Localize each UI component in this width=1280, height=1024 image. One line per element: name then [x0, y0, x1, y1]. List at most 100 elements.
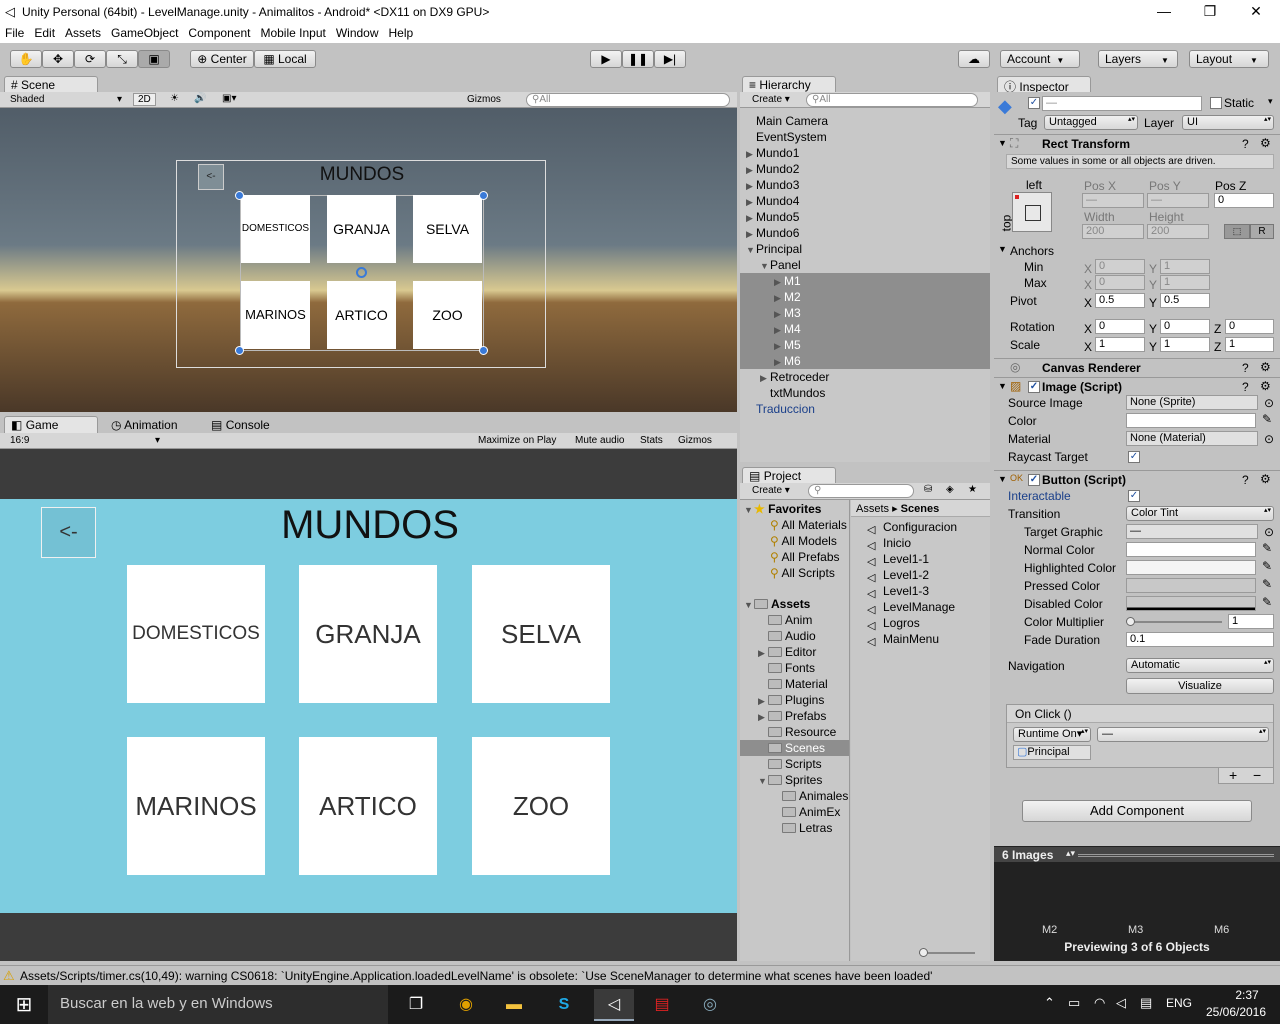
folder-item[interactable]: AnimEx [782, 805, 840, 821]
folder-item[interactable]: Material [768, 677, 828, 693]
menu-gameobject[interactable]: GameObject [106, 24, 183, 42]
menu-file[interactable]: File [0, 24, 29, 42]
expand-arrow-icon[interactable]: ▶ [758, 696, 768, 707]
tab-scene[interactable]: # Scene [4, 76, 98, 93]
hierarchy-item[interactable]: ▶ Mundo2 [746, 162, 799, 178]
scene-file[interactable]: ◁ MainMenu [867, 632, 939, 648]
filter-type-icon[interactable]: ⛁ [924, 484, 932, 495]
notification-icon[interactable]: ▤ [1140, 995, 1152, 1011]
scene-file[interactable]: ◁ Level1-3 [867, 584, 929, 600]
hand-tool-icon[interactable]: ✋ [10, 50, 42, 68]
rect-handle-tr[interactable] [479, 191, 488, 200]
game-button-selva[interactable]: SELVA [472, 565, 610, 703]
hierarchy-item[interactable]: Traduccion [756, 402, 815, 418]
hierarchy-item[interactable]: Main Camera [756, 114, 828, 130]
fade-duration-field[interactable]: 0.1 [1126, 632, 1274, 647]
expand-arrow-icon[interactable]: ▶ [760, 373, 770, 384]
audio-icon[interactable]: 🔊 [194, 93, 206, 104]
blueprint-mode-icon[interactable]: ⬚ [1224, 224, 1250, 239]
expand-arrow-icon[interactable]: ▶ [746, 229, 756, 240]
scene-button-domesticos[interactable]: DOMESTICOS [241, 195, 310, 263]
hierarchy-item[interactable]: ▶ Mundo6 [746, 226, 799, 242]
mute-audio-toggle[interactable]: Mute audio [575, 435, 624, 446]
menu-mobile-input[interactable]: Mobile Input [255, 24, 330, 42]
eyedropper-icon[interactable]: ✎ [1262, 541, 1272, 555]
scene-view[interactable]: <- MUNDOS DOMESTICOS GRANJA SELVA MARINO… [0, 108, 737, 412]
clock-time[interactable]: 2:37 [1222, 988, 1272, 1002]
light-icon[interactable]: ☀ [170, 93, 179, 104]
scene-file[interactable]: ◁ Logros [867, 616, 920, 632]
tab-hierarchy[interactable]: ≡ Hierarchy [742, 76, 836, 93]
scene-button-zoo[interactable]: ZOO [413, 281, 482, 349]
tab-project[interactable]: ▤ Project [742, 467, 836, 484]
hierarchy-item[interactable]: EventSystem [756, 130, 827, 146]
object-name-input[interactable]: — [1042, 96, 1202, 111]
battery-icon[interactable]: ▭ [1068, 995, 1080, 1011]
eyedropper-icon[interactable]: ✎ [1262, 559, 1272, 573]
restore-button[interactable]: ❐ [1187, 0, 1233, 24]
favorite-item[interactable]: ⚲ All Models [770, 534, 837, 550]
expand-arrow-icon[interactable]: ▶ [774, 293, 784, 304]
project-create-button[interactable]: Create ▾ [752, 485, 790, 496]
expand-arrow-icon[interactable]: ▶ [774, 309, 784, 320]
gizmos-dropdown[interactable]: Gizmos [467, 94, 501, 105]
menu-edit[interactable]: Edit [29, 24, 60, 42]
preview-arrow-icon[interactable]: ▴▾ [1066, 848, 1075, 859]
button-component-header[interactable]: ▼ OK ✓ Button (Script) ? ⚙ [994, 470, 1280, 488]
add-event-button[interactable]: + [1229, 768, 1237, 782]
pivot-x-field[interactable]: 0.5 [1095, 293, 1145, 308]
expand-arrow-icon[interactable]: ▶ [746, 197, 756, 208]
anchors-arrow-icon[interactable]: ▼ [998, 244, 1007, 254]
color-multiplier-field[interactable]: 1 [1228, 614, 1274, 629]
expand-arrow-icon[interactable]: ▼ [758, 776, 768, 786]
object-picker-icon[interactable]: ⊙ [1264, 525, 1274, 539]
hierarchy-item[interactable]: ▶ M2 [774, 290, 801, 306]
preview-header[interactable]: 6 Images ▴▾ [994, 846, 1280, 862]
aspect-dropdown[interactable]: 16:9 [10, 435, 29, 446]
navigation-dropdown[interactable]: Automatic [1126, 658, 1274, 673]
layers-dropdown[interactable]: Layers ▼ [1098, 50, 1178, 68]
effects-icon[interactable]: ▣▾ [222, 93, 236, 104]
scene-button-marinos[interactable]: MARINOS [241, 281, 310, 349]
interactable-checkbox[interactable]: ✓ [1128, 490, 1140, 502]
hierarchy-item[interactable]: ▶ Mundo4 [746, 194, 799, 210]
pos-z-field[interactable]: 0 [1214, 193, 1274, 208]
icon-size-slider-thumb[interactable] [919, 948, 928, 957]
scene-search-input[interactable]: ⚲All [526, 93, 730, 107]
menu-help[interactable]: Help [384, 24, 419, 42]
help-icon[interactable]: ? [1242, 137, 1249, 151]
wifi-icon[interactable]: ◠ [1094, 995, 1105, 1011]
color-multiplier-thumb[interactable] [1126, 617, 1135, 626]
static-arrow-icon[interactable]: ▾ [1268, 96, 1273, 107]
unity-taskbar-icon[interactable]: ◁ [594, 989, 634, 1021]
rect-handle-br[interactable] [479, 346, 488, 355]
volume-icon[interactable]: ◁ [1116, 995, 1126, 1011]
function-dropdown[interactable]: — [1097, 727, 1269, 742]
anchor-preset-button[interactable] [1012, 192, 1052, 232]
normal-color-swatch[interactable] [1126, 542, 1256, 557]
eyedropper-icon[interactable]: ✎ [1262, 577, 1272, 591]
layout-dropdown[interactable]: Layout ▼ [1189, 50, 1269, 68]
settings-gear-icon[interactable]: ⚙ [1260, 379, 1271, 393]
pause-button[interactable]: ❚❚ [622, 50, 654, 68]
favorite-item[interactable]: ⚲ All Prefabs [770, 550, 840, 566]
scene-file[interactable]: ◁ Level1-2 [867, 568, 929, 584]
rotation-x-field[interactable]: 0 [1095, 319, 1145, 334]
color-multiplier-slider[interactable] [1130, 621, 1222, 623]
pivot-handle[interactable] [356, 267, 367, 278]
favorite-item[interactable]: ⚲ All Scripts [770, 566, 835, 582]
scale-x-field[interactable]: 1 [1095, 337, 1145, 352]
scene-button-granja[interactable]: GRANJA [327, 195, 396, 263]
hierarchy-item[interactable]: ▼Panel [760, 258, 801, 274]
expand-arrow-icon[interactable]: ▶ [746, 181, 756, 192]
rotation-z-field[interactable]: 0 [1225, 319, 1274, 334]
favorite-item[interactable]: ⚲ All Materials [770, 518, 847, 534]
scene-file[interactable]: ◁ Configuracion [867, 520, 957, 536]
hierarchy-item[interactable]: ▶ M5 [774, 338, 801, 354]
game-button-artico[interactable]: ARTICO [299, 737, 437, 875]
rect-transform-header[interactable]: ▼ ⛶ Rect Transform ? ⚙ [994, 134, 1280, 152]
expand-arrow-icon[interactable]: ▼ [744, 600, 754, 610]
settings-gear-icon[interactable]: ⚙ [1260, 472, 1271, 486]
highlighted-color-swatch[interactable] [1126, 560, 1256, 575]
collapse-arrow-icon[interactable]: ▼ [998, 138, 1007, 148]
